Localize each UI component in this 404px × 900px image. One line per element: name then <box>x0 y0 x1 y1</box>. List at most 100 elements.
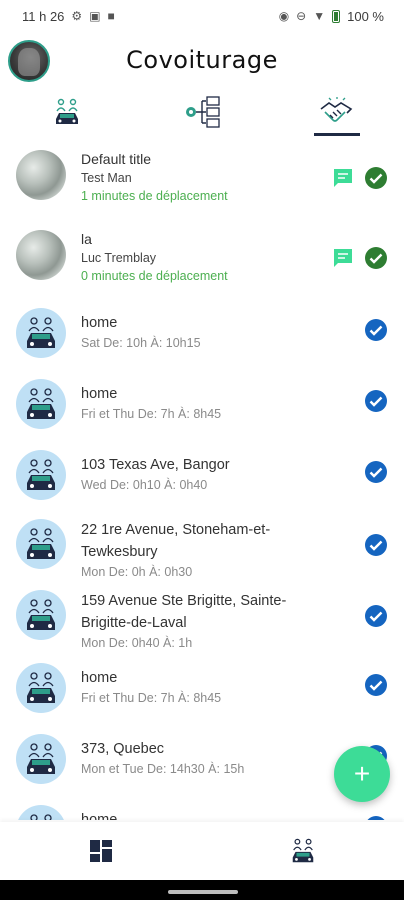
trip-place: home <box>81 812 118 820</box>
carpool-avatar <box>16 663 66 713</box>
carpool-icon <box>27 388 55 419</box>
carpool-icon <box>27 317 55 348</box>
check-circle-icon[interactable] <box>364 533 388 557</box>
list-item[interactable]: la Luc Tremblay 0 minutes de déplacement <box>0 220 404 300</box>
manage-network-icon <box>186 96 220 128</box>
check-circle-icon[interactable] <box>364 815 388 820</box>
trip-place: home <box>81 315 118 331</box>
trip-place: 103 Texas Ave, Bangor <box>81 457 230 473</box>
settings-notification-icon: ⚙ <box>71 9 83 23</box>
avatar <box>16 230 66 280</box>
request-duration: 1 minutes de déplacement <box>81 189 228 203</box>
list-item-text: home <box>81 805 388 820</box>
status-left: 11 h 26 ⚙ ▣ ■ <box>22 9 115 24</box>
handshake-icon <box>320 97 352 122</box>
row-actions <box>364 389 388 413</box>
carpool-icon <box>27 599 55 630</box>
list-item[interactable]: 159 Avenue Ste Brigitte, Sainte-Brigitte… <box>0 584 404 655</box>
carpool-avatar <box>16 450 66 500</box>
carpool-avatar <box>16 519 66 569</box>
carpool-avatar <box>16 590 66 640</box>
row-actions <box>364 604 388 628</box>
request-title: Default title <box>81 151 152 167</box>
trip-schedule: Mon De: 0h À: 0h30 <box>81 565 193 579</box>
trip-schedule: Mon De: 0h40 À: 1h <box>81 636 193 650</box>
check-circle-icon[interactable] <box>364 246 388 270</box>
trip-place: home <box>81 386 118 402</box>
request-duration: 0 minutes de déplacement <box>81 269 228 283</box>
avatar <box>16 150 66 200</box>
row-actions <box>364 815 388 820</box>
trip-place: home <box>81 670 118 686</box>
nav-carpool[interactable] <box>202 822 404 880</box>
carpool-avatar <box>16 379 66 429</box>
row-actions <box>332 166 388 190</box>
row-actions <box>332 246 388 270</box>
row-actions <box>364 533 388 557</box>
home-gesture-handle[interactable] <box>168 890 238 894</box>
carpool-icon <box>27 743 55 774</box>
carpool-icon <box>30 814 52 820</box>
check-circle-icon[interactable] <box>364 166 388 190</box>
carpool-avatar <box>16 805 66 820</box>
trip-schedule: Fri et Thu De: 7h À: 8h45 <box>81 407 222 421</box>
tab-carpool[interactable] <box>0 88 135 136</box>
status-bar: 11 h 26 ⚙ ▣ ■ ◉ ⊖ ▼ 100 % <box>0 0 404 32</box>
list-item[interactable]: home Fri et Thu De: 7h À: 8h45 <box>0 371 404 442</box>
bottom-navigation <box>0 822 404 880</box>
dnd-icon: ⊖ <box>296 9 307 23</box>
chat-icon[interactable] <box>332 167 354 189</box>
list-item-text: home Fri et Thu De: 7h À: 8h45 <box>81 663 388 707</box>
list-item[interactable]: home Sat De: 10h À: 10h15 <box>0 300 404 371</box>
list-item[interactable]: 22 1re Avenue, Stoneham-et-Tewkesbury Mo… <box>0 513 404 584</box>
list-item-text: 103 Texas Ave, Bangor Wed De: 0h10 À: 0h… <box>81 450 388 494</box>
check-circle-icon[interactable] <box>364 460 388 484</box>
trip-place: 373, Quebec <box>81 741 165 757</box>
chat-icon[interactable] <box>332 247 354 269</box>
page-title: Covoiturage <box>126 46 278 74</box>
battery-icon <box>332 9 341 23</box>
list-item-text: 22 1re Avenue, Stoneham-et-Tewkesbury Mo… <box>81 519 388 581</box>
list-item[interactable]: home Fri et Thu De: 7h À: 8h45 <box>0 655 404 726</box>
trip-schedule: Mon et Tue De: 14h30 À: 15h <box>81 762 245 776</box>
nav-dashboard[interactable] <box>0 822 202 880</box>
carpool-list[interactable]: Default title Test Man 1 minutes de dépl… <box>0 140 404 820</box>
wifi-icon: ▼ <box>313 9 326 23</box>
photo-icon: ▣ <box>89 9 101 23</box>
row-actions <box>364 673 388 697</box>
list-item[interactable]: 103 Texas Ave, Bangor Wed De: 0h10 À: 0h… <box>0 442 404 513</box>
clock: 11 h 26 <box>22 8 65 24</box>
check-circle-icon[interactable] <box>364 673 388 697</box>
row-actions <box>364 460 388 484</box>
carpool-icon <box>27 459 55 490</box>
trip-place: 22 1re Avenue, Stoneham-et-Tewkesbury <box>81 522 271 560</box>
status-right: ◉ ⊖ ▼ 100 % <box>279 9 384 24</box>
carpool-icon <box>27 672 55 703</box>
request-name: Test Man <box>81 171 132 185</box>
check-circle-icon[interactable] <box>364 318 388 342</box>
trip-schedule: Sat De: 10h À: 10h15 <box>81 336 201 350</box>
camera-icon: ■ <box>107 9 115 23</box>
add-trip-button[interactable]: + <box>334 746 390 802</box>
list-item-text: home Sat De: 10h À: 10h15 <box>81 308 388 352</box>
check-circle-icon[interactable] <box>364 604 388 628</box>
app-header: Covoiturage <box>0 36 404 86</box>
battery-percent: 100 % <box>347 8 384 24</box>
tab-manage[interactable] <box>135 88 270 136</box>
list-item[interactable]: Default title Test Man 1 minutes de dépl… <box>0 140 404 220</box>
eye-icon: ◉ <box>278 9 290 23</box>
list-item-text: home Fri et Thu De: 7h À: 8h45 <box>81 379 388 423</box>
list-item-text: 159 Avenue Ste Brigitte, Sainte-Brigitte… <box>81 590 388 652</box>
request-name: Luc Tremblay <box>81 251 157 265</box>
list-item[interactable]: home <box>0 797 404 820</box>
tab-bar <box>0 88 404 136</box>
trip-place: 159 Avenue Ste Brigitte, Sainte-Brigitte… <box>81 593 287 631</box>
carpool-icon <box>27 528 55 559</box>
check-circle-icon[interactable] <box>364 389 388 413</box>
tab-handshake[interactable] <box>269 88 404 136</box>
carpool-avatar <box>16 734 66 784</box>
carpool-avatar <box>16 308 66 358</box>
carpool-icon <box>56 98 79 124</box>
request-title: la <box>81 231 92 247</box>
dashboard-icon <box>90 840 112 862</box>
